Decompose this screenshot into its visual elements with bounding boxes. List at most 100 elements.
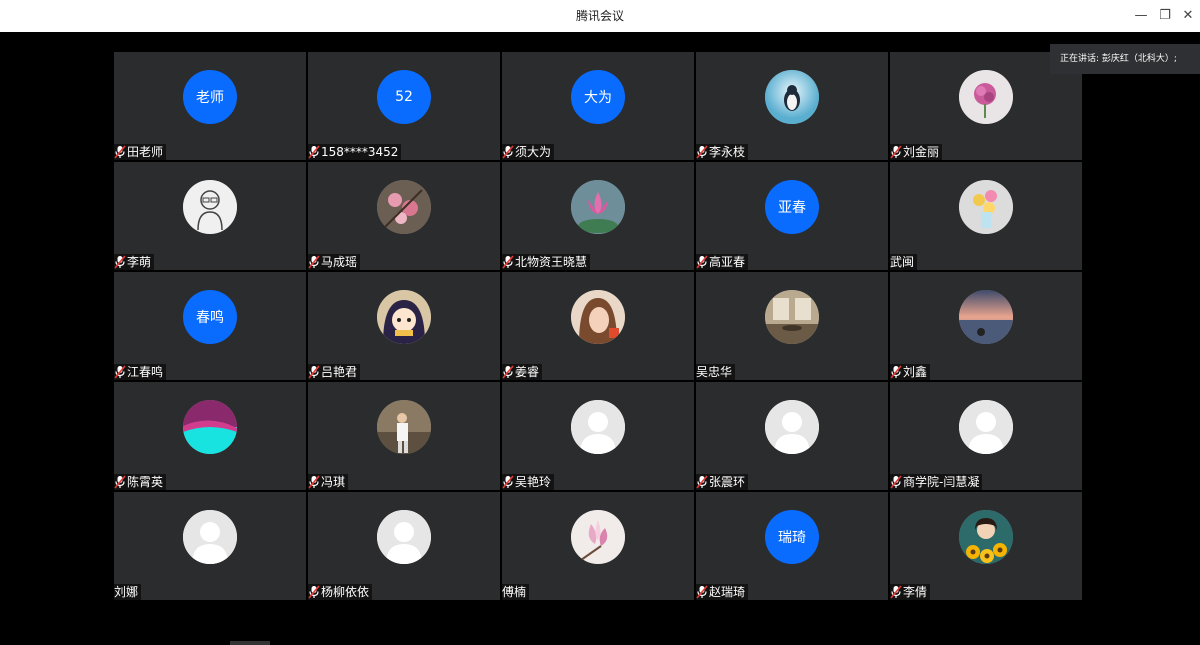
- mic-muted-icon: [308, 475, 320, 489]
- participant-name-bar: 武闽: [890, 254, 918, 270]
- window-title: 腾讯会议: [575, 9, 624, 23]
- participant-name: 吴忠华: [696, 365, 733, 379]
- participant-tile[interactable]: 大为 须大为: [502, 52, 694, 160]
- avatar: 52: [377, 70, 431, 124]
- participant-name: 李倩: [903, 585, 928, 599]
- participant-name: 刘金丽: [903, 145, 940, 159]
- mic-muted-icon: [502, 365, 514, 379]
- default-avatar-icon: [959, 400, 1013, 454]
- mic-muted-icon: [696, 145, 708, 159]
- participant-name: 商学院-闫慧凝: [903, 475, 980, 489]
- participant-tile[interactable]: 亚春 高亚春: [696, 162, 888, 270]
- participant-tile[interactable]: 春鸣 江春鸣: [114, 272, 306, 380]
- mic-muted-icon: [502, 255, 514, 269]
- participant-name: 吴艳玲: [515, 475, 552, 489]
- participant-tile[interactable]: 吴忠华: [696, 272, 888, 380]
- mic-muted-icon: [114, 255, 126, 269]
- participant-name-bar: 刘鑫: [890, 364, 931, 380]
- participant-tile[interactable]: 商学院-闫慧凝: [890, 382, 1082, 490]
- avatar: [959, 290, 1013, 344]
- mic-muted-icon: [890, 585, 902, 599]
- avatar: [959, 180, 1013, 234]
- avatar: [377, 180, 431, 234]
- participant-name: 杨柳依依: [321, 585, 370, 599]
- avatar: 亚春: [765, 180, 819, 234]
- scrollbar-thumb[interactable]: [230, 641, 270, 645]
- participant-tile[interactable]: 老师 田老师: [114, 52, 306, 160]
- avatar: [765, 70, 819, 124]
- avatar: 老师: [183, 70, 237, 124]
- participant-tile[interactable]: 陈霄英: [114, 382, 306, 490]
- participant-name-bar: 李萌: [114, 254, 155, 270]
- participant-name: 李永枝: [709, 145, 746, 159]
- participant-tile[interactable]: 北物资王晓慧: [502, 162, 694, 270]
- avatar: [959, 70, 1013, 124]
- minimize-button[interactable]: —: [1129, 0, 1153, 32]
- participant-tile[interactable]: 吕艳君: [308, 272, 500, 380]
- participant-tile[interactable]: 李倩: [890, 492, 1082, 600]
- participant-name: 傅楠: [502, 585, 527, 599]
- participant-tile[interactable]: 吴艳玲: [502, 382, 694, 490]
- mic-muted-icon: [890, 475, 902, 489]
- participant-name: 武闽: [890, 255, 915, 269]
- mic-muted-icon: [114, 475, 126, 489]
- participant-tile[interactable]: 瑞琦 赵瑞琦: [696, 492, 888, 600]
- participant-name-bar: 吴忠华: [696, 364, 736, 380]
- mic-muted-icon: [308, 255, 320, 269]
- default-avatar-icon: [377, 510, 431, 564]
- default-avatar-icon: [183, 510, 237, 564]
- meeting-stage: 老师 田老师 52 158****3452 大为 须大为李永枝 刘金丽李萌 马成瑶 北物资王晓慧…: [0, 32, 1200, 645]
- participant-name-bar: 商学院-闫慧凝: [890, 474, 983, 490]
- mic-muted-icon: [308, 585, 320, 599]
- participant-name: 李萌: [127, 255, 152, 269]
- participant-name-bar: 姜睿: [502, 364, 543, 380]
- avatar: [765, 290, 819, 344]
- participant-tile[interactable]: 李萌: [114, 162, 306, 270]
- mic-muted-icon: [308, 145, 320, 159]
- avatar: [183, 180, 237, 234]
- participant-name-bar: 冯琪: [308, 474, 349, 490]
- participant-tile[interactable]: 姜睿: [502, 272, 694, 380]
- participant-tile[interactable]: 刘鑫: [890, 272, 1082, 380]
- avatar: [377, 400, 431, 454]
- participant-tile[interactable]: 冯琪: [308, 382, 500, 490]
- mic-muted-icon: [114, 145, 126, 159]
- participant-name: 冯琪: [321, 475, 346, 489]
- participant-tile[interactable]: 52 158****3452: [308, 52, 500, 160]
- participant-name-bar: 江春鸣: [114, 364, 167, 380]
- speaking-indicator: 正在讲话: 彭庆红（北科大）;: [1050, 44, 1200, 74]
- participant-name-bar: 张震环: [696, 474, 749, 490]
- avatar: [377, 290, 431, 344]
- participant-name-bar: 马成瑶: [308, 254, 361, 270]
- participant-tile[interactable]: 武闽: [890, 162, 1082, 270]
- participant-tile[interactable]: 刘娜: [114, 492, 306, 600]
- participant-tile[interactable]: 张震环: [696, 382, 888, 490]
- participant-name-bar: 李永枝: [696, 144, 749, 160]
- mic-muted-icon: [696, 255, 708, 269]
- participant-name-bar: 陈霄英: [114, 474, 167, 490]
- participant-name-bar: 须大为: [502, 144, 555, 160]
- mic-muted-icon: [890, 365, 902, 379]
- participant-name: 赵瑞琦: [709, 585, 746, 599]
- participant-name: 张震环: [709, 475, 746, 489]
- participant-tile[interactable]: 傅楠: [502, 492, 694, 600]
- participant-tile[interactable]: 马成瑶: [308, 162, 500, 270]
- participant-tile[interactable]: 李永枝: [696, 52, 888, 160]
- avatar: [571, 180, 625, 234]
- participant-name: 陈霄英: [127, 475, 164, 489]
- mic-muted-icon: [308, 365, 320, 379]
- participant-name-bar: 赵瑞琦: [696, 584, 749, 600]
- participant-grid: 老师 田老师 52 158****3452 大为 须大为李永枝 刘金丽李萌 马成瑶 北物资王晓慧…: [114, 52, 1086, 602]
- participant-name: 北物资王晓慧: [515, 255, 588, 269]
- default-avatar-icon: [571, 400, 625, 454]
- participant-name-bar: 刘金丽: [890, 144, 943, 160]
- participant-name-bar: 吕艳君: [308, 364, 361, 380]
- restore-button[interactable]: ❐: [1153, 0, 1177, 32]
- participant-name-bar: 吴艳玲: [502, 474, 555, 490]
- mic-muted-icon: [696, 475, 708, 489]
- mic-muted-icon: [502, 145, 514, 159]
- participant-name: 吕艳君: [321, 365, 358, 379]
- participant-name-bar: 刘娜: [114, 584, 142, 600]
- participant-tile[interactable]: 杨柳依依: [308, 492, 500, 600]
- close-button[interactable]: ✕: [1176, 0, 1200, 32]
